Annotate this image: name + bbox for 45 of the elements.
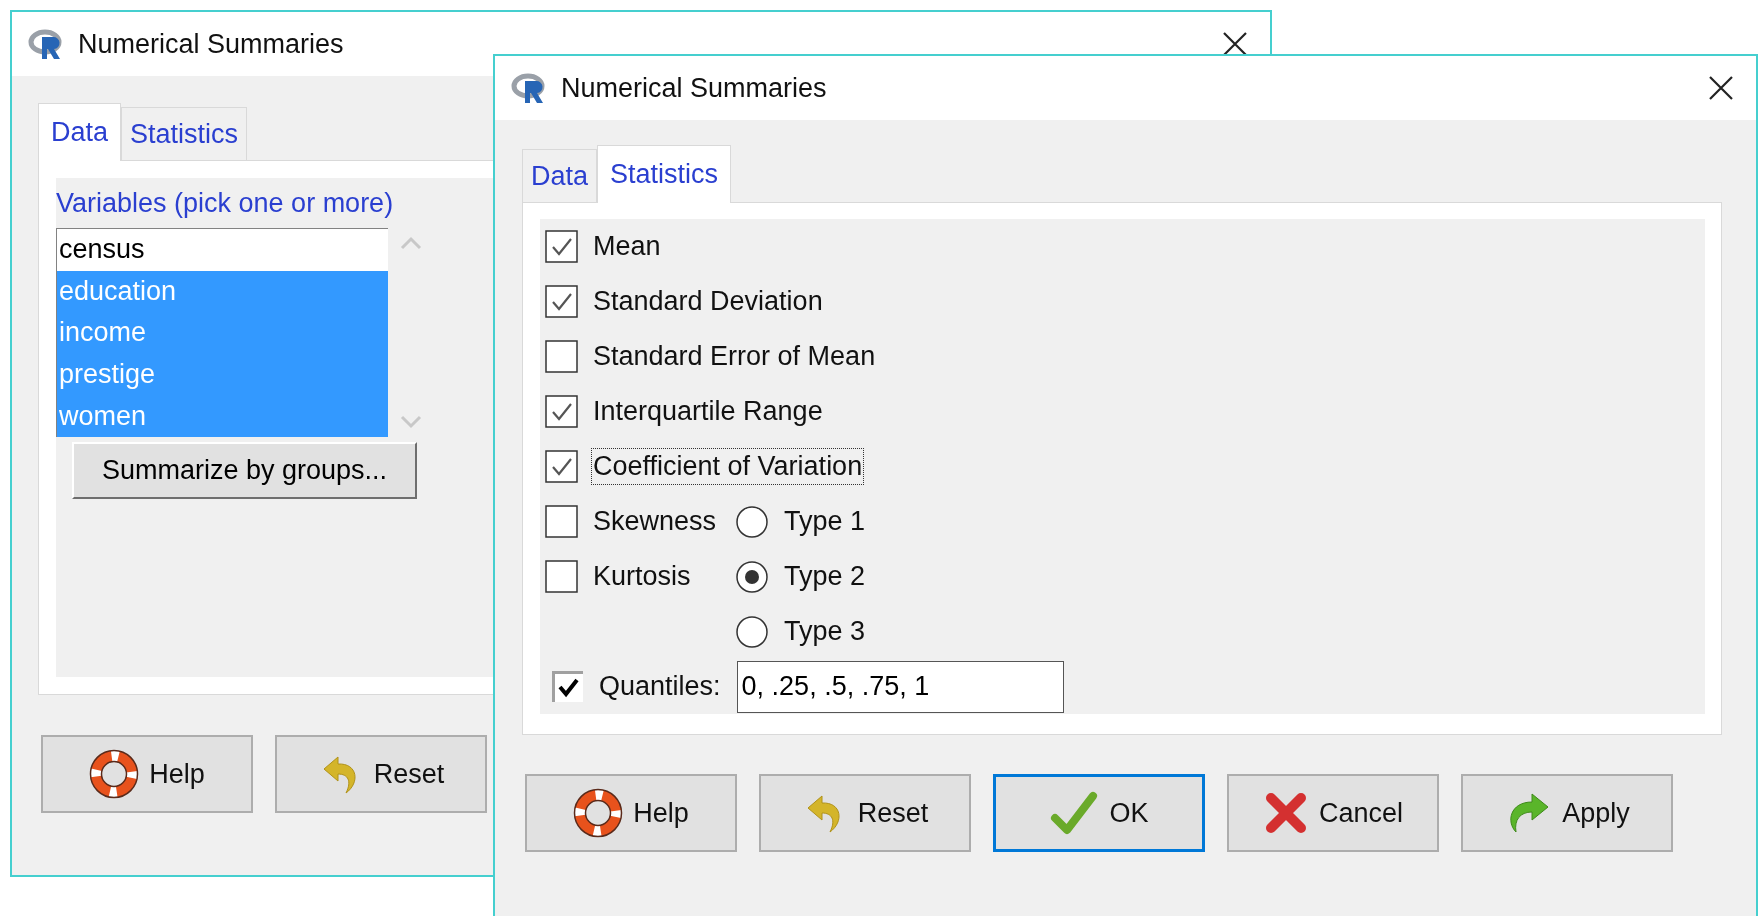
list-label: Variables (pick one or more) (56, 186, 395, 220)
tab[interactable]: Statistics (121, 107, 248, 160)
checkbox[interactable] (545, 450, 578, 483)
summarize-button[interactable]: Summarize by groups... (72, 441, 417, 499)
checkbox[interactable] (552, 671, 583, 702)
variable-listbox[interactable]: census education income prestige women (56, 228, 388, 437)
option-label: Type 2 (783, 560, 867, 593)
reset-button[interactable]: Reset (759, 774, 971, 852)
option-label: Type 1 (783, 505, 867, 538)
close-icon[interactable] (1222, 31, 1248, 57)
tab[interactable]: Data (38, 103, 122, 161)
field-label: Quantiles: (598, 670, 722, 703)
option-label: Kurtosis (592, 560, 692, 593)
help-button[interactable]: Help (525, 774, 737, 852)
list-item[interactable]: census (57, 229, 388, 271)
ok-button[interactable]: OK (993, 774, 1205, 852)
help-button[interactable]: Help (41, 735, 253, 813)
window-title: Numerical Summaries (78, 28, 345, 60)
option-label: Type 3 (783, 615, 867, 648)
radio-button[interactable] (735, 559, 769, 594)
option-label: Coefficient of Variation (591, 448, 865, 485)
cancel-button[interactable]: Cancel (1227, 774, 1439, 852)
reset-button[interactable]: Reset (275, 735, 487, 813)
lifebuoy-icon (89, 749, 140, 799)
option-label: Standard Deviation (592, 285, 824, 318)
option-label: Interquartile Range (592, 395, 824, 428)
option-label: Skewness (592, 505, 718, 538)
window-title: Numerical Summaries (561, 72, 828, 104)
checkbox[interactable] (545, 395, 578, 428)
tab[interactable]: Statistics (597, 145, 732, 203)
checkbox[interactable] (545, 340, 578, 373)
checkbox[interactable] (545, 560, 578, 593)
close-icon[interactable] (1708, 75, 1734, 101)
checkbox[interactable] (545, 230, 578, 263)
checkmark-icon (1049, 790, 1100, 836)
tab[interactable]: Data (522, 149, 598, 202)
option-label: Mean (592, 230, 662, 263)
quantiles-field[interactable]: 0, .25, .5, .75, 1 (736, 660, 1064, 713)
option-label: Standard Error of Mean (592, 340, 877, 373)
radio-button[interactable] (735, 504, 769, 539)
radio-button[interactable] (735, 614, 769, 649)
apply-button[interactable]: Apply (1461, 774, 1673, 852)
checkbox[interactable] (545, 505, 578, 538)
checkbox[interactable] (545, 285, 578, 318)
lifebuoy-icon (573, 788, 624, 838)
